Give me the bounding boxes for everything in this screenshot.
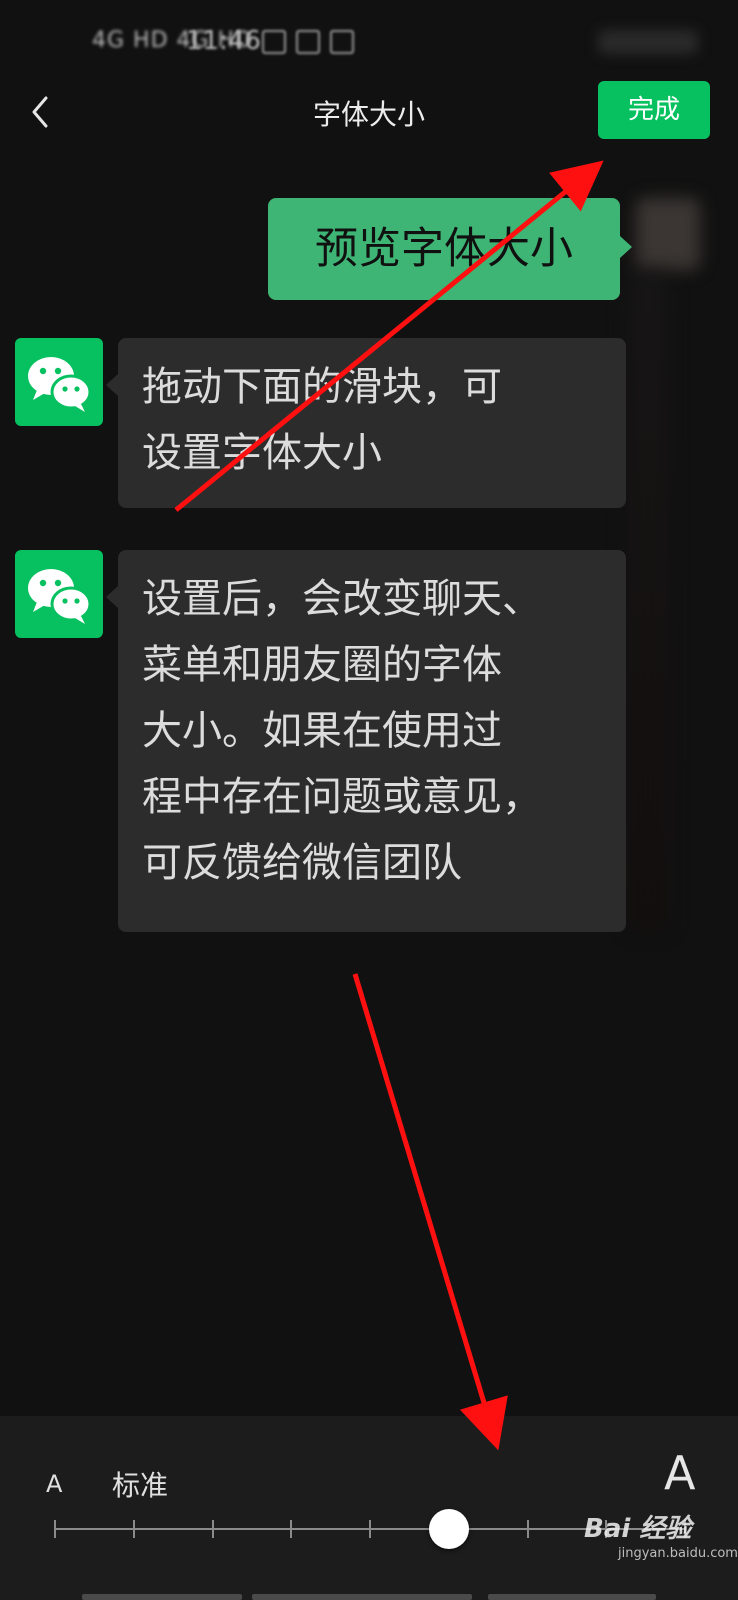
blurred-edge [628, 270, 668, 930]
preview-message-bubble: 预览字体大小 [268, 198, 632, 300]
message-text-line: 拖动下面的滑块，可 [142, 364, 502, 410]
slider-tick [54, 1520, 56, 1538]
wechat-logo-icon [28, 357, 92, 412]
nav-bar-segment [82, 1594, 242, 1600]
slider-tick [132, 1520, 135, 1538]
wechat-avatar [15, 550, 103, 638]
message-bubble-2: 设置后，会改变聊天、 菜单和朋友圈的字体 大小。如果在使用过 程中存在问题或意见… [106, 550, 626, 932]
nav-bar-segment [252, 1594, 472, 1600]
battery-area [598, 30, 698, 54]
notification-icon [330, 30, 354, 54]
wechat-avatar [15, 338, 103, 426]
font-size-slider-thumb[interactable] [428, 1509, 469, 1549]
status-bar: 4G HD 4G HD 11:46 [0, 0, 738, 80]
self-avatar [636, 198, 700, 270]
arrow-to-slider [352, 973, 508, 1451]
small-font-label: A [46, 1470, 63, 1498]
wechat-logo-icon [28, 569, 92, 624]
notification-icon [296, 30, 320, 54]
notification-icons [262, 30, 354, 54]
current-size-label: 标准 [112, 1469, 169, 1502]
large-font-label: A [664, 1446, 696, 1500]
slider-tick [290, 1520, 293, 1538]
message-bubble-1: 拖动下面的滑块，可 设置字体大小 [106, 338, 626, 508]
message-text-line: 可反馈给微信团队 [142, 840, 462, 886]
slider-tick [369, 1520, 371, 1538]
slider-tick [211, 1520, 214, 1538]
message-text-line: 设置字体大小 [142, 430, 382, 476]
done-button[interactable]: 完成 [598, 81, 710, 139]
baidu-watermark: Bai 经验 [584, 1514, 692, 1544]
slider-tick [526, 1520, 529, 1538]
status-time: 11:46 [186, 26, 261, 56]
message-text-line: 大小。如果在使用过 [142, 708, 502, 754]
nav-bar-segment [488, 1594, 656, 1600]
message-text-line: 菜单和朋友圈的字体 [142, 642, 502, 688]
watermark-url: jingyan.baidu.com [618, 1546, 738, 1561]
notification-icon [262, 30, 286, 54]
message-text-line: 设置后，会改变聊天、 [142, 576, 542, 622]
message-text-line: 程中存在问题或意见， [142, 774, 542, 820]
